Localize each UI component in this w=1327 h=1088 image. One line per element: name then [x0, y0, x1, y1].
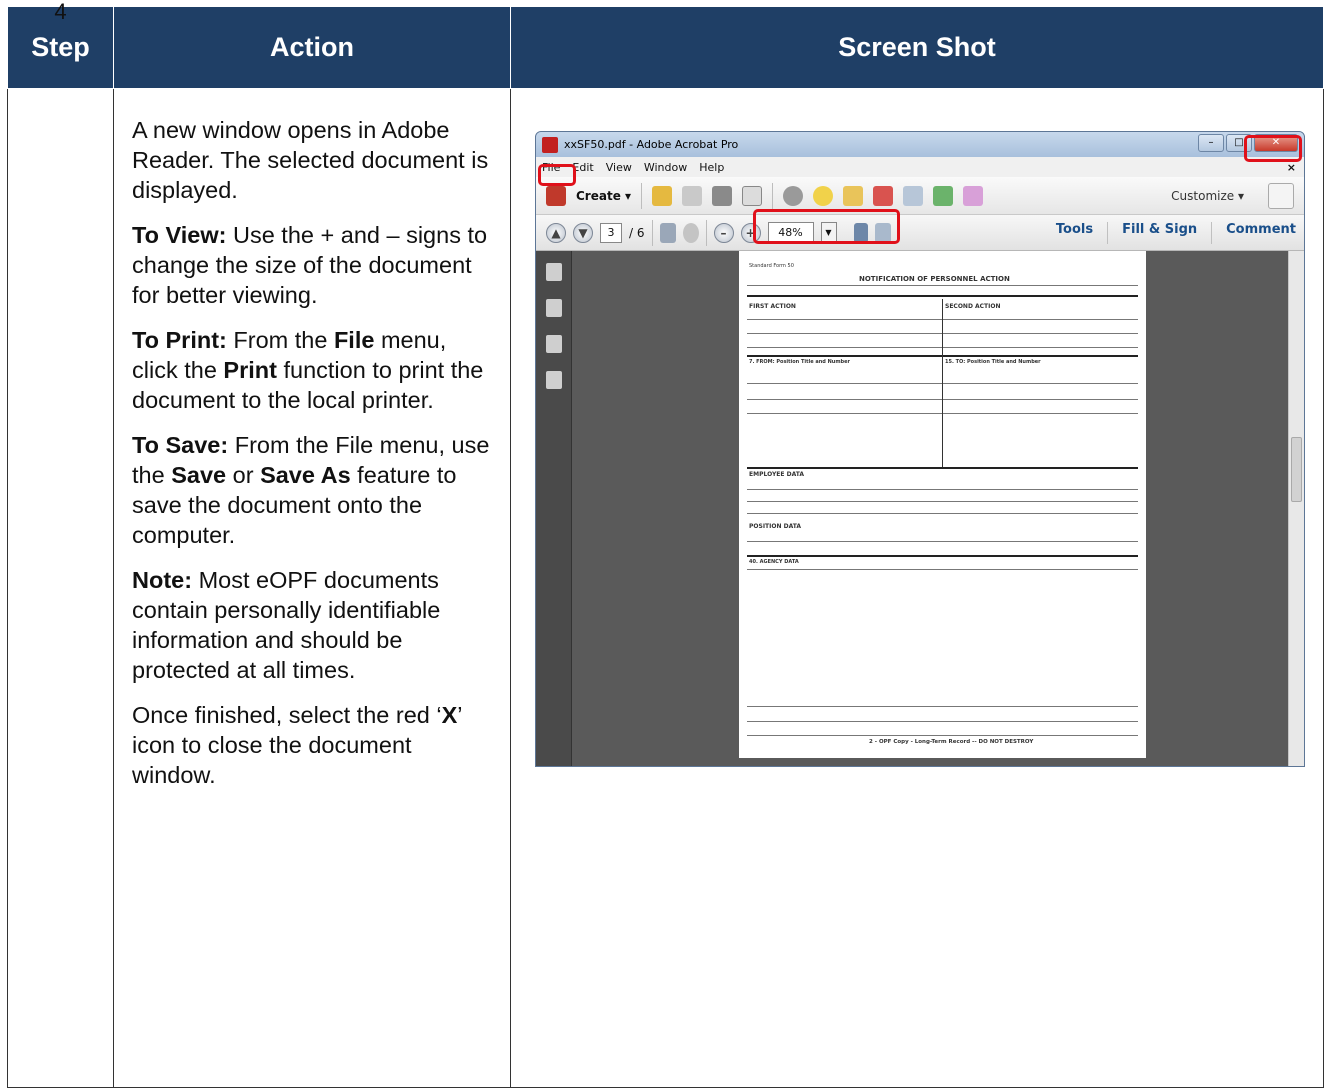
- menu-view[interactable]: View: [606, 161, 632, 174]
- to-label: 15. TO: Position Title and Number: [945, 359, 1041, 365]
- export-icon[interactable]: [933, 185, 954, 206]
- email-icon[interactable]: [742, 185, 763, 206]
- navigation-pane: [536, 251, 572, 766]
- signatures-icon[interactable]: [545, 371, 562, 389]
- customize-button[interactable]: Customize ▾: [1171, 189, 1244, 203]
- pages-icon[interactable]: [545, 263, 562, 281]
- redact-icon[interactable]: [873, 185, 894, 206]
- acrobat-window: xxSF50.pdf - Adobe Acrobat Pro – □ ✕ Fil…: [535, 131, 1305, 767]
- from-label: 7. FROM: Position Title and Number: [749, 359, 850, 365]
- form-footer: 2 - OPF Copy - Long-Term Record -- DO NO…: [869, 739, 1034, 745]
- minimize-button[interactable]: –: [1198, 134, 1224, 152]
- form-number: Standard Form 50: [749, 263, 794, 269]
- page-number-input[interactable]: 3: [600, 222, 622, 243]
- zoom-highlight: [753, 209, 900, 244]
- open-icon[interactable]: [652, 185, 673, 206]
- bookmarks-icon[interactable]: [545, 299, 562, 317]
- close-highlight: [1244, 135, 1302, 162]
- fill-sign-tab[interactable]: Fill & Sign: [1122, 222, 1197, 244]
- step-number: 4: [54, 0, 67, 24]
- document-area: Standard Form 50 NOTIFICATION OF PERSONN…: [536, 251, 1304, 766]
- print-icon[interactable]: [712, 185, 733, 206]
- note-text: Note: Most eOPF documents contain person…: [132, 567, 441, 683]
- title-bar: xxSF50.pdf - Adobe Acrobat Pro – □ ✕: [536, 132, 1304, 157]
- form-title: NOTIFICATION OF PERSONNEL ACTION: [859, 275, 1010, 283]
- sign-icon[interactable]: [963, 185, 984, 206]
- create-icon[interactable]: [546, 185, 566, 206]
- scroll-thumb[interactable]: [1291, 437, 1302, 502]
- zoom-out-icon[interactable]: –: [713, 222, 734, 243]
- highlight-icon[interactable]: [843, 185, 864, 206]
- save-instruction: To Save: From the File menu, use the Sav…: [132, 432, 490, 548]
- second-action-label: SECOND ACTION: [945, 303, 1001, 310]
- intro-text: A new window opens in Adobe Reader. The …: [132, 117, 489, 203]
- next-page-icon[interactable]: ▼: [573, 222, 593, 243]
- position-data-label: POSITION DATA: [749, 523, 802, 530]
- attachments-icon[interactable]: [545, 335, 562, 353]
- close-doc-icon[interactable]: ×: [1287, 161, 1296, 174]
- step-cell: 4: [7, 0, 114, 1088]
- select-icon[interactable]: [659, 222, 676, 243]
- main-toolbar: Create ▾ Customize ▾: [536, 177, 1304, 215]
- comment-icon[interactable]: [813, 185, 834, 206]
- first-action-label: FIRST ACTION: [749, 303, 796, 310]
- pdf-page: Standard Form 50 NOTIFICATION OF PERSONN…: [739, 251, 1146, 758]
- scrollbar[interactable]: [1288, 251, 1304, 766]
- tools-tab[interactable]: Tools: [1056, 222, 1093, 244]
- page-total: / 6: [629, 225, 645, 240]
- menu-help[interactable]: Help: [699, 161, 724, 174]
- screenshot-cell: xxSF50.pdf - Adobe Acrobat Pro – □ ✕ Fil…: [510, 88, 1324, 1088]
- save-icon[interactable]: [682, 185, 703, 206]
- instruction-table: Step Action Screen Shot 4 A new window o…: [7, 0, 1324, 1088]
- hand-icon[interactable]: [682, 222, 699, 243]
- comment-tab[interactable]: Comment: [1226, 222, 1296, 244]
- window-title: xxSF50.pdf - Adobe Acrobat Pro: [564, 138, 739, 151]
- menu-bar: File Edit View Window Help ×: [536, 157, 1304, 177]
- settings-icon[interactable]: [783, 185, 804, 206]
- employee-data-label: EMPLOYEE DATA: [749, 471, 805, 478]
- view-instruction: To View: Use the + and – signs to change…: [132, 222, 488, 308]
- action-cell: A new window opens in Adobe Reader. The …: [113, 88, 511, 1088]
- file-menu-highlight: [538, 164, 576, 186]
- prev-page-icon[interactable]: ▲: [546, 222, 566, 243]
- header-action: Action: [113, 6, 511, 89]
- nav-toolbar: ▲ ▼ 3 / 6 – + 48% ▼ Tools Fill & Sign Co…: [536, 215, 1304, 251]
- create-button[interactable]: Create ▾: [576, 189, 631, 203]
- pdf-icon: [542, 136, 558, 153]
- combine-icon[interactable]: [903, 185, 924, 206]
- finish-instruction: Once finished, select the red ‘X’ icon t…: [132, 702, 462, 788]
- agency-data-label: 40. AGENCY DATA: [749, 559, 799, 565]
- header-screenshot: Screen Shot: [510, 6, 1324, 89]
- menu-window[interactable]: Window: [644, 161, 687, 174]
- print-instruction: To Print: From the File menu, click the …: [132, 327, 484, 413]
- expand-icon[interactable]: [1268, 182, 1294, 209]
